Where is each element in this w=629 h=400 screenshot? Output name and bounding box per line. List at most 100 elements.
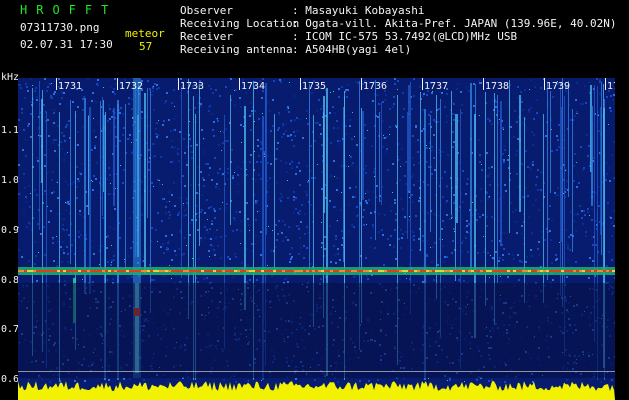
noise-dot	[298, 253, 300, 255]
noise-dot	[394, 229, 396, 231]
noise-dot	[112, 278, 114, 280]
noise-dot	[299, 118, 301, 120]
carrier-segment	[258, 270, 261, 272]
noise-dot	[47, 206, 48, 207]
noise-dot	[465, 193, 467, 195]
noise-dot	[101, 245, 103, 247]
noise-dot	[203, 185, 205, 187]
noise-dot	[415, 125, 417, 127]
noise-dot	[249, 161, 251, 163]
noise-dot	[432, 246, 434, 248]
meteor-streak	[407, 112, 408, 239]
noise-dot	[185, 214, 187, 216]
noise-dot	[462, 170, 464, 172]
noise-dot	[102, 217, 104, 219]
noise-dot	[295, 208, 297, 210]
noise-dot	[153, 279, 155, 281]
noise-dot	[156, 88, 158, 90]
noise-dot	[65, 126, 67, 128]
noise-dot	[82, 279, 83, 280]
noise-dot	[333, 206, 335, 208]
noise-dot	[250, 102, 252, 104]
noise-dot	[335, 235, 337, 237]
noise-dot	[515, 154, 517, 156]
noise-dot	[269, 110, 271, 112]
noise-dot	[608, 124, 609, 125]
noise-dot	[240, 106, 242, 108]
carrier-segment	[462, 270, 465, 272]
noise-dot	[21, 256, 23, 258]
noise-dot	[428, 123, 430, 125]
noise-dot	[232, 175, 234, 177]
noise-dot	[177, 214, 179, 216]
noise-dot	[92, 92, 94, 94]
noise-dot	[61, 261, 63, 263]
noise-dot	[167, 250, 169, 252]
noise-dot	[504, 232, 506, 234]
noise-dot	[291, 256, 293, 258]
noise-dot	[430, 247, 431, 248]
carrier-segment	[102, 270, 105, 272]
meteor-streak	[500, 101, 502, 246]
carrier-segment	[243, 270, 246, 272]
noise-dot	[28, 260, 30, 262]
y-tick-label: 1.0	[1, 175, 20, 186]
noise-dot	[481, 169, 483, 171]
noise-dot	[551, 262, 553, 264]
x-tick-label: 1737	[424, 81, 448, 92]
y-tick-label: 0.9	[1, 225, 20, 236]
meteor-streak	[420, 92, 421, 251]
noise-dot	[92, 281, 94, 283]
noise-dot	[422, 109, 424, 111]
noise-dot	[48, 135, 50, 137]
noise-dot	[225, 207, 227, 209]
noise-dot	[63, 135, 65, 137]
noise-dot	[215, 89, 217, 91]
noise-dot	[585, 102, 587, 104]
noise-dot	[507, 159, 509, 161]
carrier-segment	[396, 270, 399, 272]
noise-dot	[285, 123, 287, 125]
noise-dot	[534, 86, 536, 88]
noise-dot	[444, 106, 446, 108]
noise-dot	[51, 83, 52, 84]
noise-dot	[154, 143, 156, 145]
noise-dot	[454, 231, 455, 232]
noise-dot	[186, 202, 188, 204]
noise-dot	[478, 80, 480, 82]
noise-dot	[301, 204, 303, 206]
noise-dot	[293, 131, 295, 133]
noise-dot	[489, 196, 490, 197]
noise-dot	[348, 231, 350, 233]
noise-dot	[34, 241, 36, 243]
noise-dot	[167, 381, 169, 383]
noise-dot	[157, 134, 159, 136]
carrier-segment	[87, 270, 90, 272]
noise-dot	[127, 255, 129, 257]
noise-dot	[451, 252, 453, 254]
carrier-segment	[429, 270, 432, 272]
noise-dot	[433, 134, 435, 136]
noise-dot	[93, 175, 95, 177]
carrier-segment	[27, 270, 30, 272]
noise-dot	[418, 162, 420, 164]
noise-dot	[128, 103, 130, 105]
noise-dot	[351, 164, 353, 166]
noise-dot	[254, 121, 255, 122]
noise-dot	[78, 213, 80, 215]
noise-dot	[370, 212, 372, 214]
carrier-segment	[57, 270, 60, 272]
noise-dot	[186, 198, 188, 200]
noise-dot	[575, 230, 577, 232]
noise-dot	[503, 161, 505, 163]
noise-dot	[373, 171, 375, 173]
noise-dot	[131, 152, 133, 154]
noise-dot	[488, 167, 490, 169]
noise-dot	[275, 246, 277, 248]
reference-line	[18, 371, 615, 372]
carrier-segment	[336, 270, 339, 272]
noise-dot	[495, 251, 497, 253]
carrier-segment	[60, 270, 63, 272]
noise-dot	[451, 215, 453, 217]
noise-dot	[64, 140, 66, 142]
